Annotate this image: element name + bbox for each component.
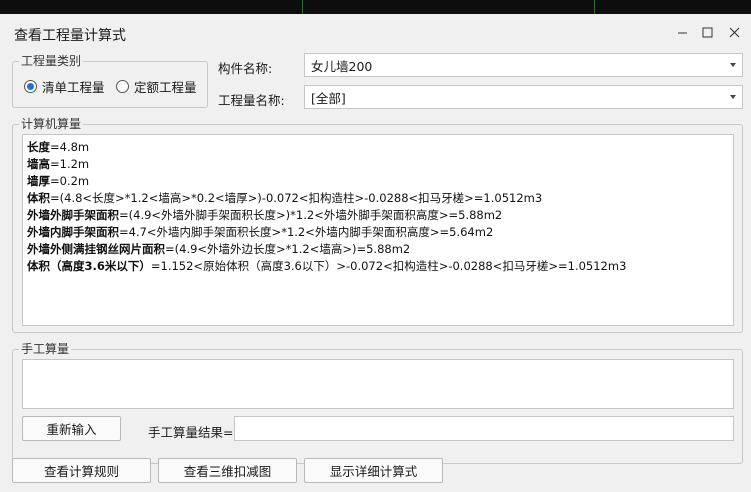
chevron-down-icon: [730, 63, 736, 67]
grid-line: [594, 0, 595, 14]
calc-line: 体积=(4.8<长度>*1.2<墙高>*0.2<墙厚>)-0.072<扣构造柱>…: [27, 190, 729, 207]
dialog-title: 查看工程量计算式: [14, 28, 126, 44]
quantity-name-select[interactable]: [全部]: [304, 85, 743, 109]
calc-line: 长度=4.8m: [27, 139, 729, 156]
calc-line: 体积（高度3.6米以下）=1.152<原始体积（高度3.6以下）>-0.072<…: [27, 258, 729, 275]
radio-bill-quantity[interactable]: 清单工程量: [24, 77, 105, 96]
calc-line-expr: =(4.9<外墙外边长度>*1.2<墙高>)=5.88m2: [165, 242, 411, 256]
calc-line: 墙高=1.2m: [27, 156, 729, 173]
calc-line-expr: =1.152<原始体积（高度3.6以下）>-0.072<扣构造柱>-0.0288…: [150, 259, 627, 273]
computer-calc-text[interactable]: 长度=4.8m 墙高=1.2m 墙厚=0.2m 体积=(4.8<长度>*1.2<…: [22, 134, 734, 326]
calc-line-name: 外墙外脚手架面积: [27, 208, 119, 222]
computer-calc-legend: 计算机算量: [21, 117, 82, 131]
radio-quota-quantity-label: 定额工程量: [134, 80, 197, 95]
calc-line: 外墙外侧满挂钢丝网片面积=(4.9<外墙外边长度>*1.2<墙高>)=5.88m…: [27, 241, 729, 258]
calc-line-expr: =4.7<外墙内脚手架面积长度>*1.2<外墙内脚手架面积高度>=5.64m2: [119, 225, 494, 239]
calc-line-name: 长度: [27, 140, 50, 154]
component-name-value: 女儿墙200: [311, 58, 373, 74]
calc-formula-dialog: 查看工程量计算式 工程量类别 清单工程量 定额工程量 构件名称: 女儿墙200 …: [0, 14, 751, 492]
calc-line-name: 体积（高度3.6米以下）: [27, 259, 151, 273]
calc-line-expr: =4.8m: [50, 140, 90, 154]
calc-line-expr: =(4.8<长度>*1.2<墙高>*0.2<墙厚>)-0.072<扣构造柱>-0…: [50, 191, 543, 205]
calc-line: 外墙外脚手架面积=(4.9<外墙外脚手架面积长度>)*1.2<外墙外脚手架面积高…: [27, 207, 729, 224]
radio-unselected-icon: [116, 80, 129, 93]
reenter-button[interactable]: 重新输入: [22, 416, 121, 441]
show-detail-formula-button[interactable]: 显示详细计算式: [304, 458, 443, 483]
quantity-name-label: 工程量名称:: [218, 93, 285, 108]
minimize-button[interactable]: [672, 22, 692, 42]
calc-line-name: 体积: [27, 191, 50, 205]
calc-line-name: 墙高: [27, 157, 50, 171]
manual-calc-input[interactable]: [22, 359, 734, 409]
minimize-icon: [677, 32, 687, 33]
calc-line-expr: =(4.9<外墙外脚手架面积长度>)*1.2<外墙外脚手架面积高度>=5.88m…: [119, 208, 503, 222]
quantity-name-value: [全部]: [311, 90, 346, 106]
chevron-down-icon: [730, 95, 736, 99]
close-icon: [729, 27, 739, 37]
maximize-button[interactable]: [697, 22, 717, 42]
calc-line: 外墙内脚手架面积=4.7<外墙内脚手架面积长度>*1.2<外墙内脚手架面积高度>…: [27, 224, 729, 241]
view-3d-deduction-button[interactable]: 查看三维扣减图: [158, 458, 297, 483]
calc-line-expr: =1.2m: [50, 157, 90, 171]
manual-result-label: 手工算量结果=: [148, 425, 234, 440]
calc-line-name: 外墙内脚手架面积: [27, 225, 119, 239]
maximize-icon: [702, 27, 712, 37]
radio-selected-icon: [24, 80, 37, 93]
radio-bill-quantity-label: 清单工程量: [42, 80, 105, 95]
calc-line-name: 外墙外侧满挂钢丝网片面积: [27, 242, 165, 256]
manual-calc-legend: 手工算量: [21, 342, 70, 356]
view-calc-rules-button[interactable]: 查看计算规则: [12, 458, 151, 483]
close-button[interactable]: [724, 22, 744, 42]
component-name-label: 构件名称:: [218, 61, 273, 76]
title-bar: 查看工程量计算式: [0, 14, 751, 50]
background-app-strip: [0, 0, 751, 14]
manual-result-field[interactable]: [234, 416, 734, 441]
grid-line: [302, 0, 303, 14]
calc-line-expr: =0.2m: [50, 174, 90, 188]
category-legend: 工程量类别: [21, 54, 82, 68]
calc-line-name: 墙厚: [27, 174, 50, 188]
radio-quota-quantity[interactable]: 定额工程量: [116, 77, 197, 96]
component-name-select[interactable]: 女儿墙200: [304, 53, 743, 77]
calc-line: 墙厚=0.2m: [27, 173, 729, 190]
